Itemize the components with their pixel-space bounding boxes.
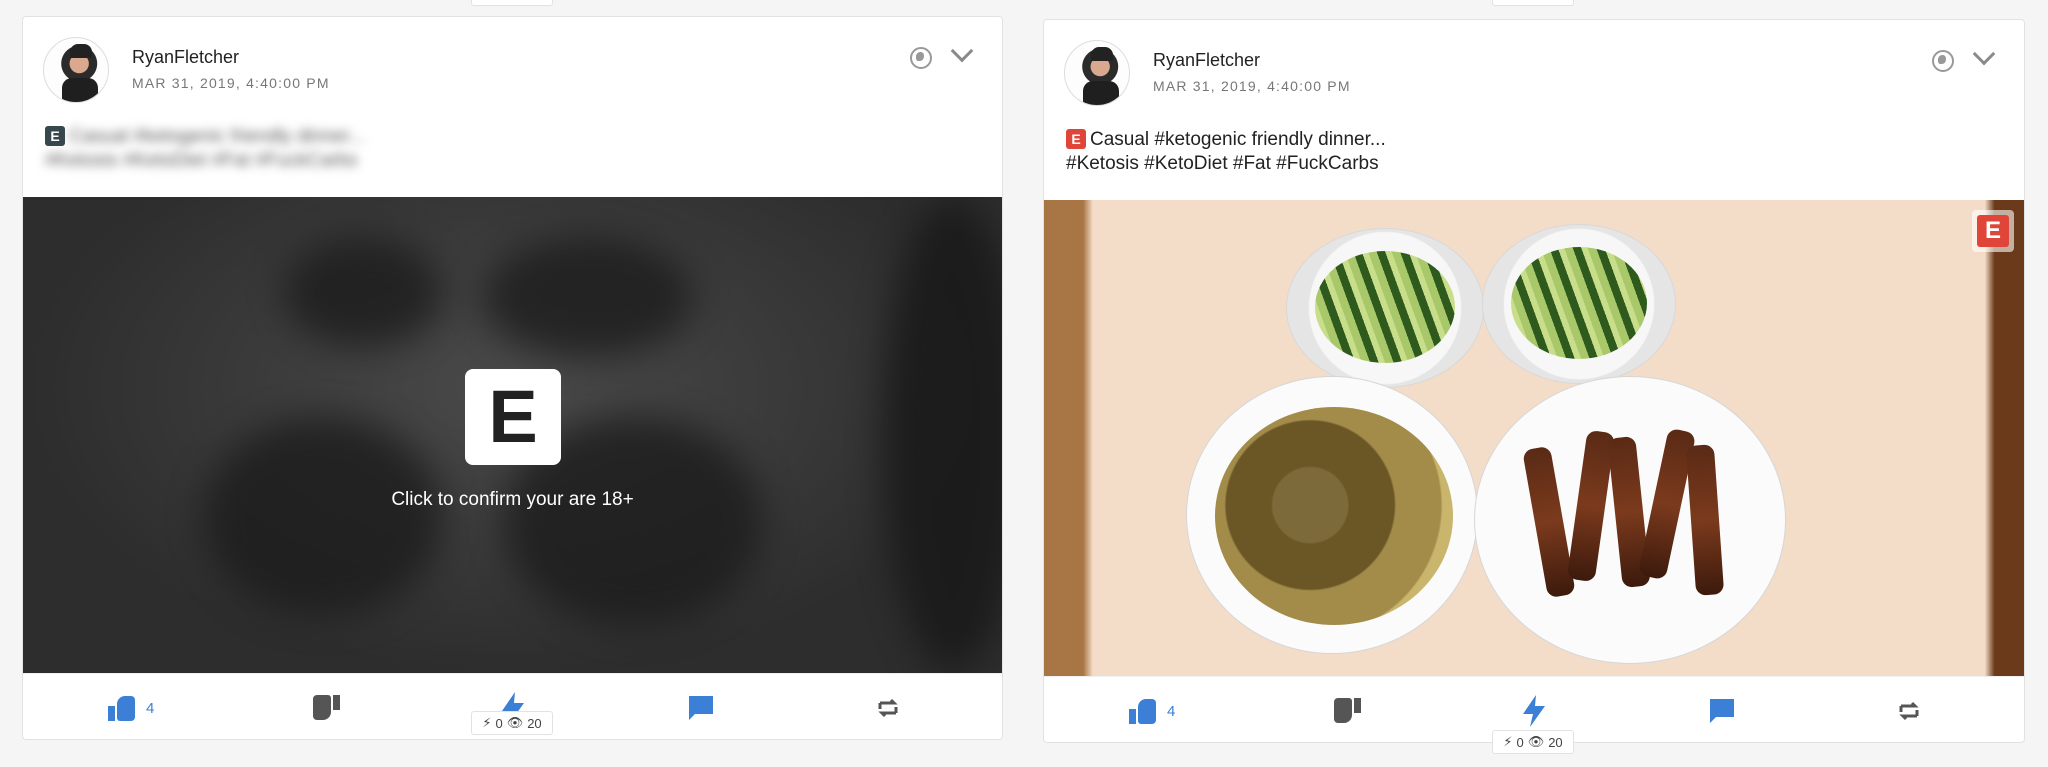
thumb-up-icon bbox=[108, 694, 136, 722]
boost-count: 0 bbox=[1516, 734, 1524, 750]
remind-button[interactable] bbox=[1895, 695, 1923, 727]
repost-icon bbox=[878, 698, 898, 718]
boost-count: 0 bbox=[495, 715, 503, 731]
explicit-media-gate[interactable]: E Click to confirm your are 18+ bbox=[23, 197, 1002, 673]
thumb-up-button[interactable]: 4 bbox=[108, 692, 154, 724]
thumb-down-button[interactable] bbox=[312, 692, 340, 724]
thumb-down-icon bbox=[1333, 697, 1361, 725]
like-count: 4 bbox=[1167, 702, 1176, 720]
post-timestamp[interactable]: MAR 31, 2019, 4:40:00 PM bbox=[132, 75, 330, 91]
globe-icon bbox=[1932, 50, 1954, 72]
post-header: RyanFletcher MAR 31, 2019, 4:40:00 PM bbox=[1044, 20, 2024, 120]
post-header: RyanFletcher MAR 31, 2019, 4:40:00 PM bbox=[23, 17, 1002, 117]
caption-line-2: #Ketosis #KetoDiet #Fat #FuckCarbs bbox=[45, 150, 358, 171]
post-stats: ⚡ 0 👁 20 bbox=[471, 711, 553, 735]
stats-tab-top-left bbox=[471, 0, 553, 6]
like-count: 4 bbox=[146, 699, 155, 717]
bolt-icon bbox=[1523, 695, 1545, 727]
avatar[interactable] bbox=[1064, 40, 1130, 106]
explicit-badge: E bbox=[45, 126, 65, 146]
comment-icon bbox=[689, 696, 713, 720]
eye-icon: 👁 bbox=[506, 715, 524, 730]
activity-card: RyanFletcher MAR 31, 2019, 4:40:00 PM EC… bbox=[1043, 19, 2025, 743]
post-caption: E Casual #ketogenic friendly dinner... #K… bbox=[1066, 128, 1386, 176]
stats-tab-top-right bbox=[1492, 0, 1574, 6]
post-caption: E Casual #ketogenic friendly dinner... #K… bbox=[45, 125, 365, 173]
chevron-down-icon[interactable] bbox=[1972, 42, 1996, 66]
bolt-icon: ⚡ bbox=[482, 715, 492, 730]
explicit-overlay-badge[interactable]: E bbox=[1972, 210, 2014, 252]
view-count: 20 bbox=[1548, 734, 1563, 750]
caption-line-1: Casual #ketogenic friendly dinner... bbox=[69, 126, 365, 147]
cucumber-bowl bbox=[1286, 228, 1484, 388]
thumb-down-icon bbox=[312, 694, 340, 722]
post-image[interactable]: E bbox=[1044, 200, 2024, 676]
boost-button[interactable] bbox=[1521, 695, 1547, 727]
bolt-icon: ⚡ bbox=[1503, 734, 1513, 749]
omelette-plate bbox=[1186, 376, 1478, 654]
bacon-plate bbox=[1474, 376, 1786, 664]
newsfeed: RyanFletcher MAR 31, 2019, 4:40:00 PM EC… bbox=[0, 0, 2048, 767]
comment-button[interactable] bbox=[687, 692, 715, 724]
remind-button[interactable] bbox=[874, 692, 902, 724]
age-confirm-text[interactable]: Click to confirm your are 18+ bbox=[23, 489, 1002, 511]
repost-icon bbox=[1899, 701, 1919, 721]
activity-card: RyanFletcher MAR 31, 2019, 4:40:00 PM EC… bbox=[22, 16, 1003, 740]
thumb-up-button[interactable]: 4 bbox=[1129, 695, 1175, 727]
username[interactable]: RyanFletcher bbox=[1153, 50, 1260, 71]
explicit-gate-icon[interactable]: E bbox=[465, 369, 561, 465]
comment-button[interactable] bbox=[1708, 695, 1736, 727]
comment-icon bbox=[1710, 699, 1734, 723]
cucumber-bowl bbox=[1482, 224, 1676, 384]
thumb-down-button[interactable] bbox=[1333, 695, 1361, 727]
view-count: 20 bbox=[527, 715, 542, 731]
eye-icon: 👁 bbox=[1527, 734, 1545, 749]
post-stats: ⚡ 0 👁 20 bbox=[1492, 730, 1574, 754]
username[interactable]: RyanFletcher bbox=[132, 47, 239, 68]
avatar[interactable] bbox=[43, 37, 109, 103]
post-timestamp[interactable]: MAR 31, 2019, 4:40:00 PM bbox=[1153, 78, 1351, 94]
chevron-down-icon[interactable] bbox=[950, 39, 974, 63]
caption-line-2[interactable]: #Ketosis #KetoDiet #Fat #FuckCarbs bbox=[1066, 153, 1379, 174]
thumb-up-icon bbox=[1129, 697, 1157, 725]
explicit-overlay-letter: E bbox=[1977, 215, 2009, 247]
globe-icon bbox=[910, 47, 932, 69]
explicit-badge: E bbox=[1066, 129, 1086, 149]
caption-line-1: Casual #ketogenic friendly dinner... bbox=[1090, 129, 1386, 150]
